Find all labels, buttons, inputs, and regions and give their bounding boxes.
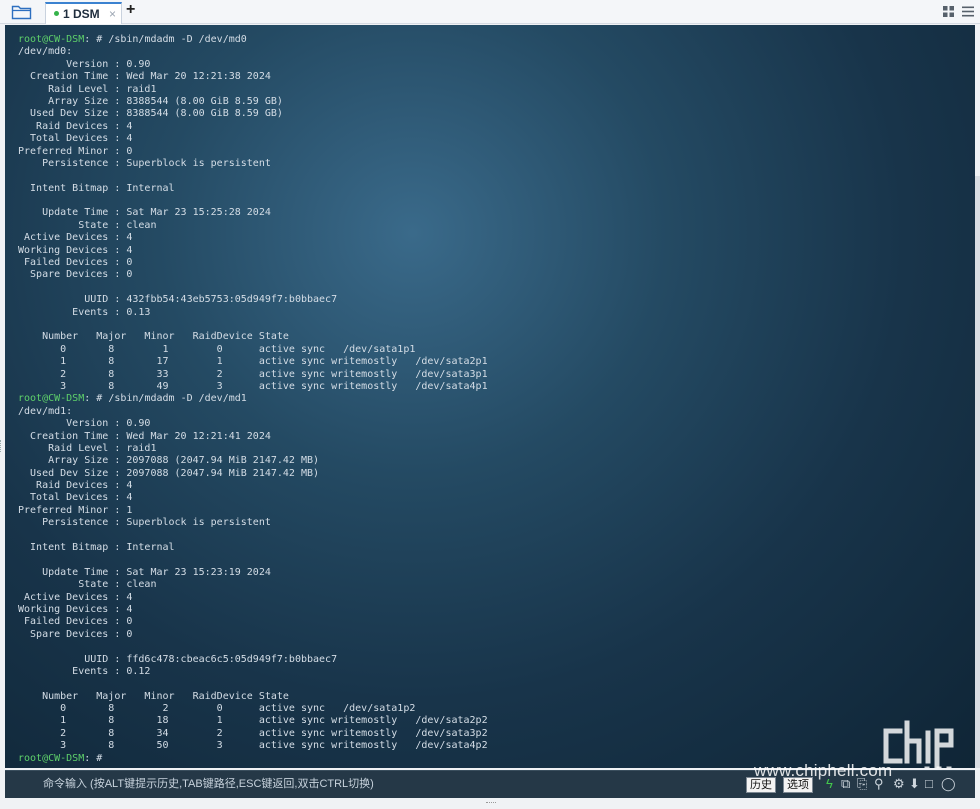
maximize-icon[interactable]: □	[925, 776, 933, 791]
output-line: Version : 0.90	[18, 418, 151, 430]
output-line: Persistence : Superblock is persistent	[18, 157, 271, 169]
output-line: Events : 0.12	[18, 665, 151, 677]
gear-icon[interactable]: ⚙	[893, 776, 905, 792]
output-line: Used Dev Size : 2097088 (2047.94 MiB 214…	[18, 467, 320, 479]
folder-icon[interactable]	[11, 4, 33, 20]
tab-bar: 1 DSM × +	[0, 0, 980, 24]
output-line: State : clean	[18, 219, 157, 231]
output-line: Used Dev Size : 8388544 (8.00 GiB 8.59 G…	[18, 108, 283, 120]
grid-icon[interactable]	[943, 6, 954, 17]
output-line: Array Size : 8388544 (8.00 GiB 8.59 GB)	[18, 95, 283, 107]
output-line: Active Devices : 4	[18, 591, 133, 603]
prompt-user: root@CW-DSM	[18, 393, 85, 405]
command-input[interactable]	[13, 773, 769, 795]
prompt-line: root@CW-DSM: # /sbin/mdadm -D /dev/md1	[18, 393, 488, 405]
prompt-line: root@CW-DSM: #	[18, 753, 488, 765]
output-line: Update Time : Sat Mar 23 15:23:19 2024	[18, 566, 271, 578]
output-line: Update Time : Sat Mar 23 15:25:28 2024	[18, 207, 271, 219]
output-line: Persistence : Superblock is persistent	[18, 517, 271, 529]
output-line: Raid Level : raid1	[18, 83, 157, 95]
output-line: Raid Devices : 4	[18, 120, 133, 132]
output-line: Raid Devices : 4	[18, 480, 133, 492]
add-tab-icon[interactable]: +	[126, 1, 135, 19]
prompt-user: root@CW-DSM	[18, 34, 85, 45]
chiphell-logo	[883, 720, 954, 768]
prompt-user: root@CW-DSM	[18, 752, 85, 764]
stop-icon[interactable]: ◯	[941, 776, 956, 792]
menu-icon[interactable]	[962, 6, 974, 17]
output-line: Total Devices : 4	[18, 133, 133, 145]
connected-status-dot	[54, 11, 59, 16]
output-line: Intent Bitmap : Internal	[18, 542, 175, 554]
output-line: 3 8 49 3 active sync writemostly /dev/sa…	[18, 380, 488, 392]
output-line: UUID : ffd6c478:cbeac6c5:05d949f7:b0bbae…	[18, 653, 338, 665]
output-line: 2 8 34 2 active sync writemostly /dev/sa…	[18, 727, 488, 739]
output-line: Intent Bitmap : Internal	[18, 182, 175, 194]
output-line: Failed Devices : 0	[18, 616, 133, 628]
output-line: Active Devices : 4	[18, 232, 133, 244]
terminal-lines: root@CW-DSM: # /sbin/mdadm -D /dev/md0/d…	[18, 34, 488, 765]
output-line: Working Devices : 4	[18, 603, 133, 615]
terminal-output[interactable]: root@CW-DSM: # /sbin/mdadm -D /dev/md0/d…	[5, 25, 975, 768]
output-line: Preferred Minor : 0	[18, 145, 133, 157]
prompt-command: : #	[84, 752, 103, 764]
resize-handle[interactable]	[0, 440, 4, 452]
output-line: Creation Time : Wed Mar 20 12:21:41 2024	[18, 430, 271, 442]
output-line: Spare Devices : 0	[18, 628, 133, 640]
arrow-down-icon[interactable]: ⬇	[909, 776, 920, 792]
output-line: 1 8 18 1 active sync writemostly /dev/sa…	[18, 715, 488, 727]
output-line: Number Major Minor RaidDevice State	[18, 331, 289, 343]
prompt-command: : # /sbin/mdadm -D /dev/md0	[84, 34, 247, 45]
output-line: 2 8 33 2 active sync writemostly /dev/sa…	[18, 368, 488, 380]
output-line: Events : 0.13	[18, 306, 151, 318]
prompt-command: : # /sbin/mdadm -D /dev/md1	[84, 393, 247, 405]
vertical-scrollbar[interactable]	[975, 176, 980, 768]
output-line: Failed Devices : 0	[18, 257, 133, 269]
tab-dsm[interactable]: 1 DSM ×	[45, 2, 122, 24]
output-line: 0 8 1 0 active sync /dev/sata1p1	[18, 343, 416, 355]
output-line: UUID : 432fbb54:43eb5753:05d949f7:b0bbae…	[18, 294, 338, 306]
output-line: /dev/md0:	[18, 46, 73, 58]
output-line: Version : 0.90	[18, 58, 151, 70]
output-line: Creation Time : Wed Mar 20 12:21:38 2024	[18, 71, 271, 83]
output-line: 0 8 2 0 active sync /dev/sata1p2	[18, 703, 416, 715]
output-line: Working Devices : 4	[18, 244, 133, 256]
output-line: Array Size : 2097088 (2047.94 MiB 2147.4…	[18, 455, 320, 467]
prompt-line: root@CW-DSM: # /sbin/mdadm -D /dev/md0	[18, 34, 488, 46]
watermark-text: www.chiphell.com	[754, 761, 893, 780]
output-line: 3 8 50 3 active sync writemostly /dev/sa…	[18, 740, 488, 752]
output-line: Spare Devices : 0	[18, 269, 133, 281]
output-line: /dev/md1:	[18, 405, 73, 417]
output-line: 1 8 17 1 active sync writemostly /dev/sa…	[18, 356, 488, 368]
bottom-grip[interactable]	[486, 802, 496, 807]
output-line: Total Devices : 4	[18, 492, 133, 504]
output-line: Number Major Minor RaidDevice State	[18, 690, 289, 702]
output-line: Preferred Minor : 1	[18, 504, 133, 516]
tab-label: 1 DSM	[63, 7, 100, 21]
output-line: State : clean	[18, 579, 157, 591]
close-icon[interactable]: ×	[109, 7, 116, 21]
output-line: Raid Level : raid1	[18, 442, 157, 454]
